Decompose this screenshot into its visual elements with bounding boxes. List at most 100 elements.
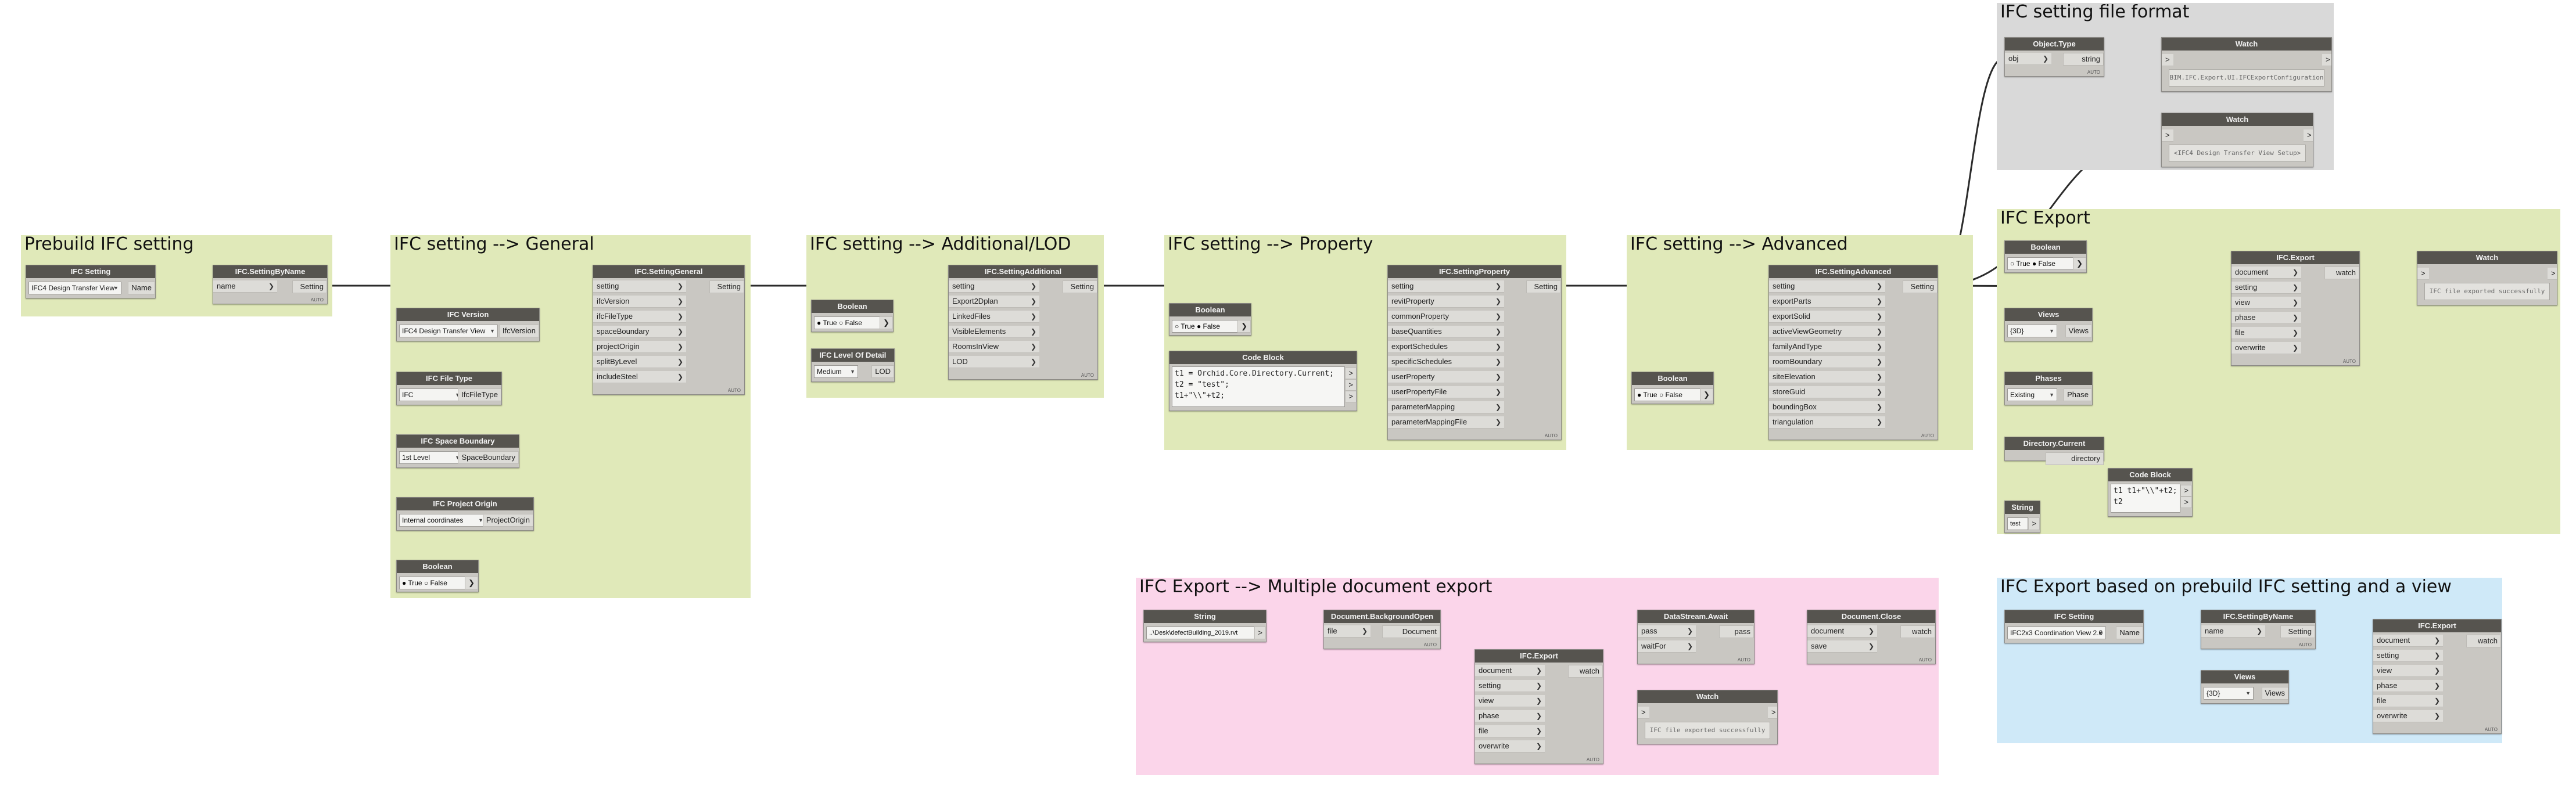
output-port[interactable]: ❯ bbox=[465, 577, 478, 589]
input-port-setting[interactable]: setting ❯ bbox=[593, 280, 686, 293]
input-port-ifcFileType[interactable]: ifcFileType ❯ bbox=[593, 311, 686, 323]
node-lod[interactable]: IFC Level Of Detail Medium ▼ LOD bbox=[811, 348, 895, 382]
input-port-file[interactable]: file ❯ bbox=[1475, 725, 1545, 737]
dropdown-select[interactable]: Existing ▼ bbox=[2007, 388, 2057, 401]
node-ifc-file-type[interactable]: IFC File Type IFC▼IfcFileType bbox=[396, 372, 502, 405]
string-input[interactable]: ..\Desk\defectBuilding_2019.rvt bbox=[1146, 627, 1255, 639]
dropdown-select[interactable]: 1st Level▼ bbox=[399, 451, 463, 464]
input-port-overwrite[interactable]: overwrite ❯ bbox=[1475, 740, 1545, 753]
node-bg-open[interactable]: Document.BackgroundOpen AUTO file ❯ Document bbox=[1323, 610, 1441, 649]
output-port[interactable]: > bbox=[2304, 129, 2313, 142]
input-port-exportSchedules[interactable]: exportSchedules ❯ bbox=[1388, 341, 1504, 353]
output-port[interactable]: > bbox=[1768, 707, 1777, 719]
output-port-Setting[interactable]: Setting bbox=[1526, 280, 1561, 293]
output-port-watch[interactable]: watch bbox=[1900, 625, 1935, 638]
true-false-toggle[interactable]: ● True ○ False bbox=[399, 577, 467, 589]
input-port-save[interactable]: save ❯ bbox=[1807, 640, 1877, 653]
input-port-projectOrigin[interactable]: projectOrigin ❯ bbox=[593, 341, 686, 353]
true-false-toggle[interactable]: ● True ○ False bbox=[814, 316, 881, 329]
input-port-boundingBox[interactable]: boundingBox ❯ bbox=[1769, 401, 1885, 413]
true-false-toggle[interactable]: ● True ○ False bbox=[1634, 388, 1702, 401]
output-port-watch[interactable]: watch bbox=[2466, 635, 2501, 647]
input-port-view[interactable]: view ❯ bbox=[2231, 297, 2301, 309]
input-port-phase[interactable]: phase ❯ bbox=[1475, 710, 1545, 722]
input-port-userPropertyFile[interactable]: userPropertyFile ❯ bbox=[1388, 386, 1504, 398]
output-port[interactable]: ❯ bbox=[880, 316, 893, 329]
output-port[interactable]: Views bbox=[2065, 325, 2092, 337]
node-boolean-additional[interactable]: Boolean ● True ○ False ❯ bbox=[811, 300, 894, 332]
radio-true-icon[interactable]: ○ bbox=[2010, 260, 2016, 268]
node-setting-by-name-1[interactable]: IFC.SettingByName AUTO name ❯ Setting bbox=[213, 265, 328, 304]
input-port-userProperty[interactable]: userProperty ❯ bbox=[1388, 371, 1504, 383]
node-watch-multi[interactable]: Watch > > IFC file exported successfully bbox=[1637, 690, 1778, 744]
output-port[interactable]: ❯ bbox=[1700, 388, 1713, 401]
node-datastream[interactable]: DataStream.Await AUTO pass ❯ waitFor ❯ pass bbox=[1637, 610, 1755, 664]
input-port-document[interactable]: document ❯ bbox=[1807, 625, 1877, 638]
radio-true-icon[interactable]: ● bbox=[402, 579, 408, 587]
input-port-view[interactable]: view ❯ bbox=[1475, 695, 1545, 707]
radio-false-icon[interactable]: ○ bbox=[837, 319, 845, 327]
input-port-waitFor[interactable]: waitFor ❯ bbox=[1638, 640, 1696, 653]
dropdown-select[interactable]: {3D} ▼ bbox=[2007, 325, 2057, 337]
input-port-file[interactable]: file ❯ bbox=[1324, 625, 1370, 638]
node-watch-type[interactable]: Watch > > BIM.IFC.Export.UI.IFCExportConfig… bbox=[2161, 37, 2332, 92]
dropdown-select[interactable]: IFC4 Design Transfer View ▼ bbox=[399, 325, 498, 337]
output-port[interactable]: Views bbox=[2261, 687, 2288, 700]
node-boolean-advanced[interactable]: Boolean ● True ○ False ❯ bbox=[1631, 372, 1714, 404]
true-false-toggle[interactable]: ○ True ● False bbox=[1172, 320, 1239, 333]
input-port-roomBoundary[interactable]: roomBoundary ❯ bbox=[1769, 356, 1885, 368]
input-port-VisibleElements[interactable]: VisibleElements ❯ bbox=[949, 326, 1039, 338]
input-port-phase[interactable]: phase ❯ bbox=[2231, 312, 2301, 324]
radio-true-icon[interactable]: ● bbox=[1637, 391, 1643, 399]
input-port-name[interactable]: name ❯ bbox=[213, 280, 277, 293]
input-port-Export2Dplan[interactable]: Export2Dplan ❯ bbox=[949, 296, 1039, 308]
dropdown-select[interactable]: Medium ▼ bbox=[814, 365, 858, 378]
input-port-parameterMappingFile[interactable]: parameterMappingFile ❯ bbox=[1388, 416, 1504, 429]
output-port-pass[interactable]: pass bbox=[1719, 625, 1754, 638]
node-ifc-setting-2[interactable]: IFC Setting IFC2x3 Coordination View 2.0 ▼… bbox=[2004, 610, 2144, 643]
output-port[interactable]: > bbox=[2180, 485, 2192, 496]
input-port-setting[interactable]: setting ❯ bbox=[1388, 280, 1504, 293]
node-ifc-export-byview[interactable]: IFC.Export AUTO document ❯ setting ❯ view ❯ phas… bbox=[2373, 619, 2502, 734]
output-port[interactable]: > bbox=[1345, 391, 1357, 402]
node-views-export[interactable]: Views {3D} ▼ Views bbox=[2004, 308, 2093, 341]
input-port-document[interactable]: document ❯ bbox=[2373, 635, 2443, 647]
input-port-parameterMapping[interactable]: parameterMapping ❯ bbox=[1388, 401, 1504, 413]
input-port-obj[interactable]: obj ❯ bbox=[2005, 53, 2051, 65]
input-port-setting[interactable]: setting ❯ bbox=[1475, 680, 1545, 692]
input-port-exportSolid[interactable]: exportSolid ❯ bbox=[1769, 311, 1885, 323]
output-port[interactable]: ❯ bbox=[2073, 257, 2086, 270]
output-port[interactable]: > bbox=[2180, 496, 2192, 508]
input-port-setting[interactable]: setting ❯ bbox=[2373, 650, 2443, 662]
radio-true-icon[interactable]: ○ bbox=[1175, 322, 1181, 330]
node-project-origin[interactable]: IFC Project Origin Internal coordinates ▼ P… bbox=[396, 497, 534, 531]
input-port-overwrite[interactable]: overwrite ❯ bbox=[2231, 342, 2301, 354]
input-port-phase[interactable]: phase ❯ bbox=[2373, 680, 2443, 692]
input-port-baseQuantities[interactable]: baseQuantities ❯ bbox=[1388, 326, 1504, 338]
node-setting-by-name-2[interactable]: IFC.SettingByName AUTO name ❯ Setting bbox=[2201, 610, 2316, 649]
output-port-Setting[interactable]: Setting bbox=[709, 280, 744, 293]
input-port-overwrite[interactable]: overwrite ❯ bbox=[2373, 710, 2443, 722]
string-input[interactable]: test bbox=[2007, 517, 2028, 530]
input-port-revitProperty[interactable]: revitProperty ❯ bbox=[1388, 296, 1504, 308]
node-ifc-export[interactable]: IFC.Export AUTO document ❯ setting ❯ view ❯ phas… bbox=[2231, 251, 2360, 366]
output-port[interactable]: ❯ bbox=[1237, 320, 1251, 333]
output-port[interactable]: > bbox=[1254, 627, 1266, 639]
output-port[interactable]: IfcFileType bbox=[458, 388, 501, 401]
input-port-includeSteel[interactable]: includeSteel ❯ bbox=[593, 371, 686, 383]
node-boolean-property[interactable]: Boolean ○ True ● False ❯ bbox=[1169, 303, 1251, 336]
input-port[interactable]: > bbox=[2162, 129, 2173, 142]
input-port-splitByLevel[interactable]: splitByLevel ❯ bbox=[593, 356, 686, 368]
input-port-name[interactable]: name ❯ bbox=[2201, 625, 2265, 638]
input-port-LOD[interactable]: LOD ❯ bbox=[949, 356, 1039, 368]
output-port-string[interactable]: string bbox=[2063, 53, 2104, 66]
node-string-export[interactable]: String test > bbox=[2004, 501, 2040, 533]
code-editor[interactable]: t1 = Orchid.Core.Directory.Current; t2 = … bbox=[1172, 366, 1345, 407]
node-views-byview[interactable]: Views {3D} ▼ Views bbox=[2201, 670, 2289, 704]
code-editor[interactable]: t1 t1+"\\"+t2; t2 bbox=[2111, 484, 2180, 513]
input-port-familyAndType[interactable]: familyAndType ❯ bbox=[1769, 341, 1885, 353]
input-port-setting[interactable]: setting ❯ bbox=[2231, 282, 2301, 294]
input-port-ifcVersion[interactable]: ifcVersion ❯ bbox=[593, 296, 686, 308]
true-false-toggle[interactable]: ○ True ● False bbox=[2007, 257, 2075, 270]
radio-false-icon[interactable]: ● bbox=[2030, 260, 2039, 268]
